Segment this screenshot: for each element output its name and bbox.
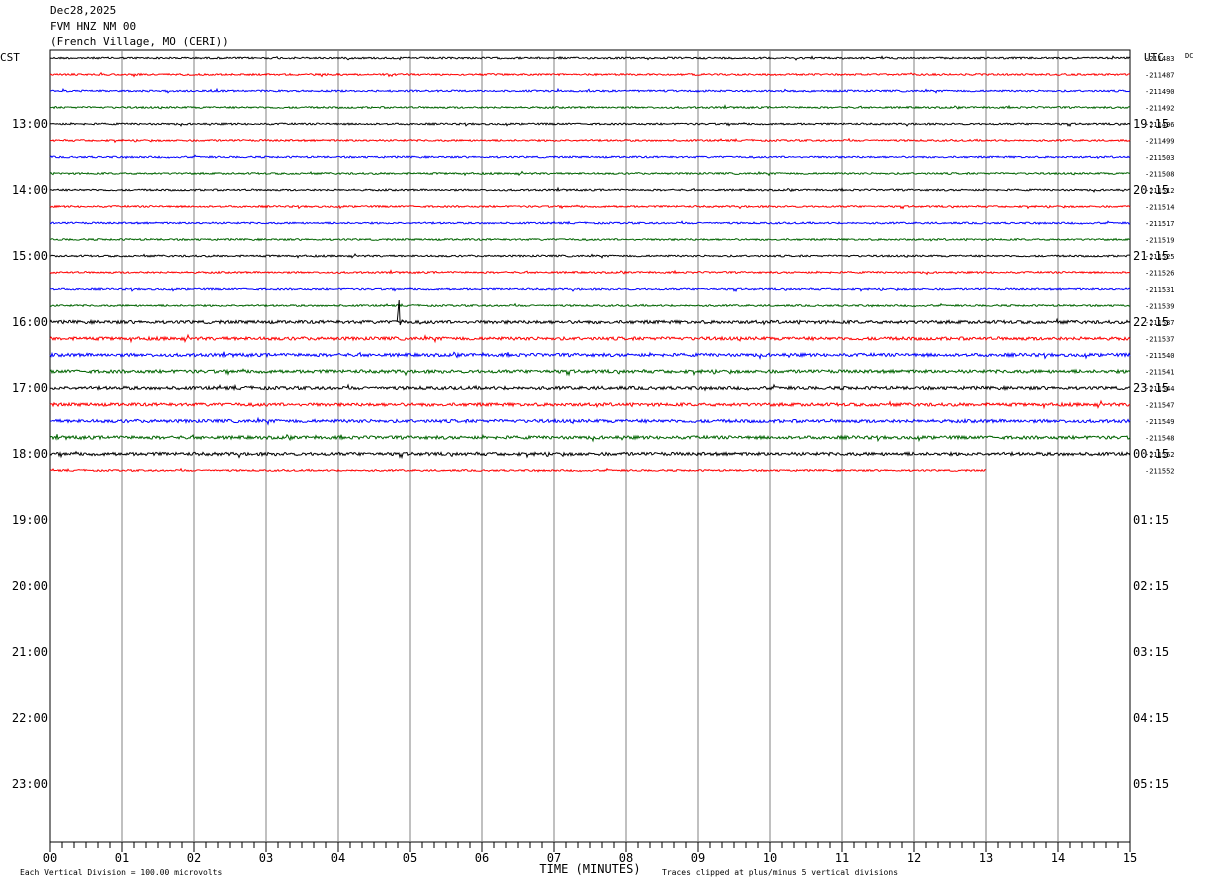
seismic-trace [49, 154, 1131, 160]
dc-offset-label: -211512 [1145, 187, 1175, 195]
dc-offset-label: -211537 [1145, 336, 1175, 344]
left-hour-label: 16:00 [12, 315, 48, 329]
right-hour-label: 05:15 [1133, 777, 1169, 791]
left-hour-label: 22:00 [12, 711, 48, 725]
x-tick-label: 10 [763, 851, 777, 865]
x-tick-label: 05 [403, 851, 417, 865]
seismic-trace [49, 368, 1131, 377]
dc-offset-label: -211490 [1145, 88, 1175, 96]
seismogram-plot: 00 01 02 03 04 05 06 07 08 09 10 11 12 13 14 15TIME (MI… [0, 49, 1193, 877]
x-tick-label: 15 [1123, 851, 1137, 865]
dc-offset-label: -211526 [1145, 270, 1175, 278]
x-tick-label: 11 [835, 851, 849, 865]
seismic-trace [49, 317, 1131, 326]
dc-offset-label: -211541 [1145, 369, 1175, 377]
seismic-trace [49, 204, 1131, 210]
seismic-trace [49, 121, 1131, 127]
dc-offset-label: -211519 [1145, 237, 1175, 245]
dc-offset-label: -211496 [1145, 121, 1175, 129]
x-tick-label: 03 [259, 851, 273, 865]
left-timezone-label: CST [0, 51, 20, 64]
seismic-trace [49, 253, 1131, 259]
dc-offset-label: -211492 [1145, 105, 1175, 113]
seismic-trace [49, 467, 987, 473]
dc-offset-label: -211547 [1145, 402, 1175, 410]
right-hour-label: 02:15 [1133, 579, 1169, 593]
seismic-trace [49, 87, 1131, 94]
left-hour-label: 18:00 [12, 447, 48, 461]
left-hour-label: 13:00 [12, 117, 48, 131]
seismic-trace [49, 186, 1131, 193]
seismic-trace [49, 302, 1131, 308]
left-hour-label: 21:00 [12, 645, 48, 659]
x-tick-label: 02 [187, 851, 201, 865]
x-tick-label: 13 [979, 851, 993, 865]
x-tick-label: 01 [115, 851, 129, 865]
dc-offset-label: -211531 [1145, 286, 1175, 294]
seismic-trace [49, 269, 1131, 276]
seismic-trace [49, 55, 1131, 61]
dc-offset-label: -211483 [1145, 55, 1175, 63]
dc-offset-label: -211499 [1145, 138, 1175, 146]
dc-offset-label: -211514 [1145, 204, 1175, 212]
dc-offset-label: -211552 [1145, 468, 1175, 476]
dc-label: DC [1185, 52, 1193, 60]
x-tick-label: 04 [331, 851, 345, 865]
left-hour-label: 14:00 [12, 183, 48, 197]
seismic-trace [49, 433, 1131, 443]
plot-frame [49, 49, 1131, 843]
right-hour-label: 01:15 [1133, 513, 1169, 527]
dc-offset-label: -211487 [1145, 72, 1175, 80]
seismic-trace [49, 450, 1131, 460]
seismic-trace [49, 399, 1131, 410]
left-hour-label: 17:00 [12, 381, 48, 395]
seismic-trace [49, 104, 1131, 110]
x-tick-label: 06 [475, 851, 489, 865]
dc-offset-label: -211552 [1145, 451, 1175, 459]
left-hour-label: 23:00 [12, 777, 48, 791]
footer-scale-note: Each Vertical Division = 100.00 microvol… [20, 868, 222, 877]
seismic-trace [49, 71, 1131, 78]
seismic-trace [49, 416, 1131, 426]
x-tick-label: 00 [43, 851, 57, 865]
x-axis-label: TIME (MINUTES) [539, 862, 640, 876]
dc-offset-label: -211540 [1145, 352, 1175, 360]
dc-offset-label: -211544 [1145, 385, 1175, 393]
dc-offset-label: -211539 [1145, 303, 1175, 311]
seismic-trace [49, 220, 1131, 226]
x-tick-label: 14 [1051, 851, 1065, 865]
left-hour-label: 20:00 [12, 579, 48, 593]
left-hour-label: 19:00 [12, 513, 48, 527]
seismic-trace [49, 333, 1131, 344]
seismic-trace [49, 137, 1131, 144]
dc-offset-label: -211549 [1145, 418, 1175, 426]
seismic-trace [49, 237, 1131, 242]
seismic-trace [49, 286, 1131, 292]
right-hour-label: 03:15 [1133, 645, 1169, 659]
right-hour-label: 04:15 [1133, 711, 1169, 725]
dc-offset-label: -211503 [1145, 154, 1175, 162]
seismic-trace [49, 351, 1131, 360]
dc-offset-label: -211525 [1145, 253, 1175, 261]
x-tick-label: 12 [907, 851, 921, 865]
left-hour-label: 15:00 [12, 249, 48, 263]
dc-offset-label: -211537 [1145, 319, 1175, 327]
dc-offset-label: -211508 [1145, 171, 1175, 179]
seismic-trace [49, 383, 1131, 392]
x-tick-label: 09 [691, 851, 705, 865]
dc-offset-label: -211548 [1145, 435, 1175, 443]
dc-offset-label: -211517 [1145, 220, 1175, 228]
seismic-trace [49, 170, 1131, 177]
footer-clip-note: Traces clipped at plus/minus 5 vertical … [662, 868, 898, 877]
